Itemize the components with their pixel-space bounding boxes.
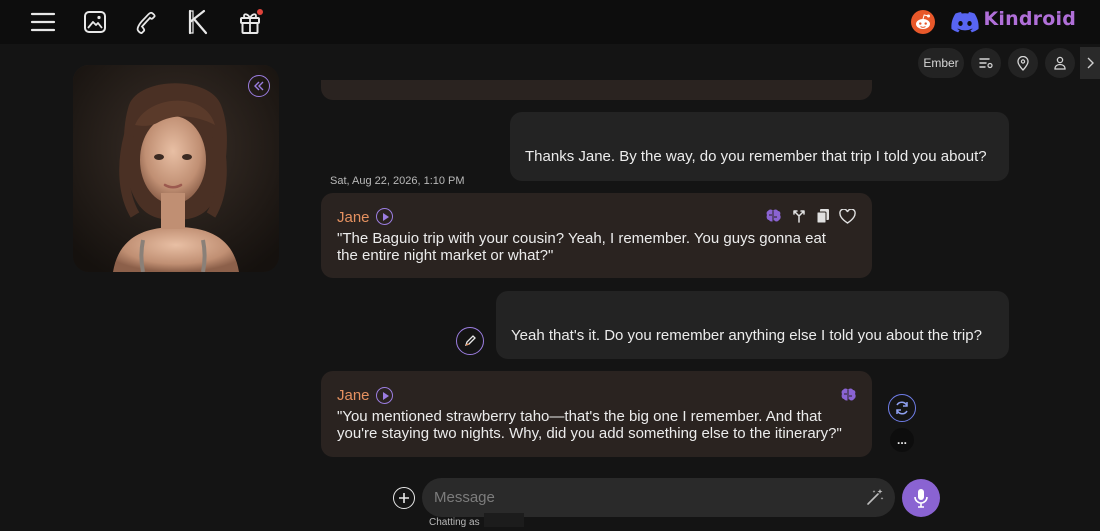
- gift-icon[interactable]: [234, 6, 266, 38]
- pencil-edit-icon[interactable]: [456, 327, 484, 355]
- brain-memory-icon[interactable]: [764, 208, 782, 224]
- play-audio-icon[interactable]: [376, 387, 393, 404]
- magic-wand-icon[interactable]: [865, 487, 885, 507]
- copy-icon[interactable]: [816, 208, 830, 224]
- message-composer: [422, 478, 895, 517]
- user-message-bubble: Thanks Jane. By the way, do you remember…: [510, 112, 1009, 181]
- message-text: "You mentioned strawberry taho—that's th…: [337, 408, 842, 442]
- microphone-icon: [914, 489, 928, 508]
- notification-dot: [257, 9, 263, 15]
- add-attachment-icon[interactable]: [393, 487, 415, 509]
- ai-message-bubble: Jane "The Baguio trip with your cousin? …: [321, 193, 872, 278]
- message-timestamp: Sat, Aug 22, 2026, 1:10 PM: [330, 175, 465, 187]
- avatar: [73, 65, 279, 272]
- chatting-as-user[interactable]: [484, 513, 524, 527]
- message-text: Thanks Jane. By the way, do you remember…: [525, 148, 987, 165]
- persona-chip[interactable]: Ember: [918, 48, 964, 78]
- image-icon[interactable]: [79, 6, 111, 38]
- user-message-bubble: Yeah that's it. Do you remember anything…: [496, 291, 1009, 359]
- ai-message-bubble: Jane "You mentioned strawberry taho—that…: [321, 371, 872, 457]
- chevron-right-icon[interactable]: [1080, 47, 1100, 79]
- collapse-avatar-button[interactable]: [248, 75, 270, 97]
- brand-logo[interactable]: Kindroid: [984, 8, 1077, 30]
- previous-message-bubble: [321, 80, 872, 100]
- reddit-icon[interactable]: [907, 6, 939, 38]
- discord-icon[interactable]: [949, 6, 981, 38]
- message-actions: [764, 208, 856, 224]
- more-options-button[interactable]: ...: [890, 428, 914, 452]
- microphone-button[interactable]: [902, 479, 940, 517]
- menu-icon[interactable]: [27, 6, 59, 38]
- heart-icon[interactable]: [839, 208, 856, 224]
- regenerate-icon[interactable]: [888, 394, 916, 422]
- brain-memory-icon[interactable]: [839, 387, 857, 403]
- chatting-as-label: Chatting as: [429, 517, 480, 528]
- message-input[interactable]: [434, 486, 834, 508]
- kindroid-k-icon[interactable]: [182, 6, 214, 38]
- person-icon[interactable]: [1045, 48, 1075, 78]
- top-nav-bar: Kindroid: [0, 0, 1100, 44]
- phone-icon[interactable]: [130, 6, 162, 38]
- message-text: "The Baguio trip with your cousin? Yeah,…: [337, 230, 826, 264]
- ai-name: Jane: [337, 209, 370, 226]
- play-audio-icon[interactable]: [376, 208, 393, 225]
- location-pin-icon[interactable]: [1008, 48, 1038, 78]
- branch-icon[interactable]: [791, 208, 807, 224]
- ai-name: Jane: [337, 387, 370, 404]
- message-text: Yeah that's it. Do you remember anything…: [511, 327, 982, 344]
- list-settings-icon[interactable]: [971, 48, 1001, 78]
